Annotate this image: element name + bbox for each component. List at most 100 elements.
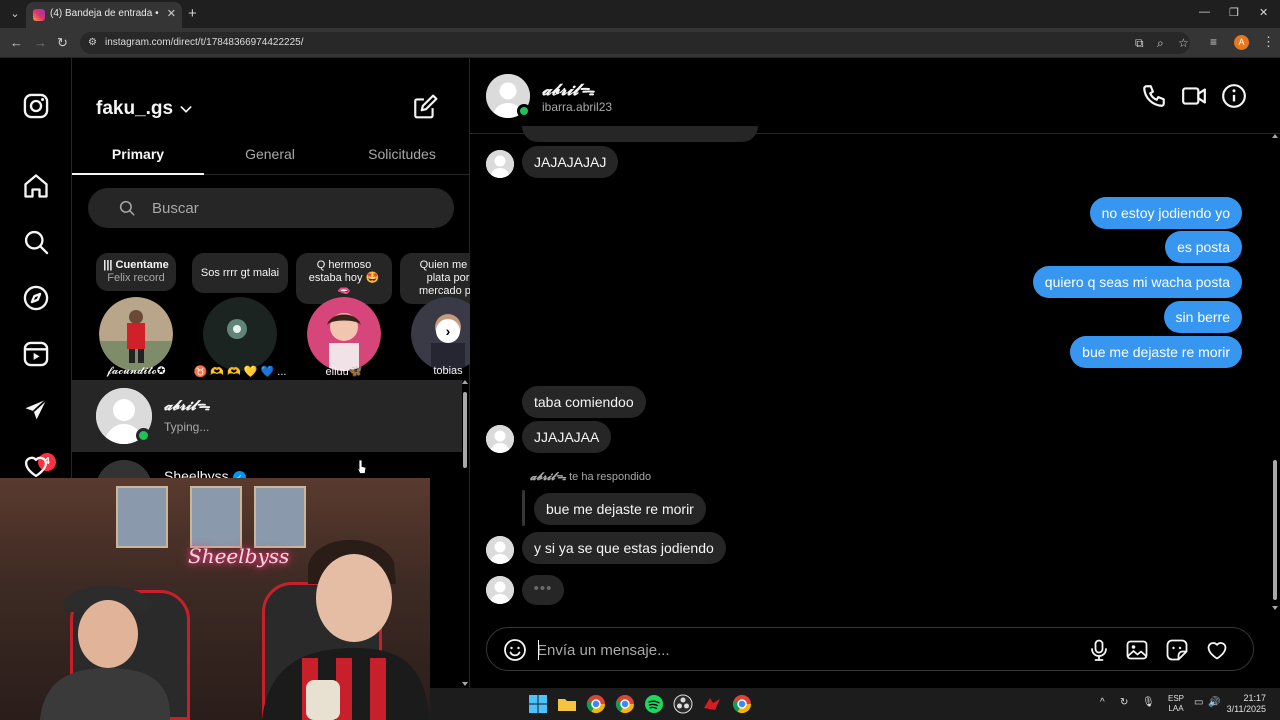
emoji-icon[interactable] [503, 638, 527, 662]
message-outgoing[interactable]: es posta [1165, 231, 1242, 263]
reply-label: te ha respondido [566, 471, 652, 483]
message-outgoing[interactable]: bue me dejaste re morir [1070, 336, 1242, 368]
message-avatar [486, 425, 514, 453]
browser-toolbar: ← → ↻ ⚙ instagram.com/direct/t/178483669… [0, 28, 1280, 58]
spotify-icon[interactable] [644, 694, 664, 714]
message-outgoing[interactable]: quiero q seas mi wacha posta [1032, 266, 1242, 298]
reading-list-icon[interactable]: ≡ [1210, 35, 1217, 49]
messages-icon[interactable] [22, 396, 50, 424]
browser-profile-avatar[interactable]: A [1234, 35, 1249, 50]
browser-tab-active[interactable]: (4) Bandeja de entrada • Direct ✕ [26, 2, 182, 28]
clock[interactable]: 21:17 3/11/2025 [1226, 693, 1266, 715]
window-close-icon[interactable]: ✕ [1259, 6, 1268, 19]
reels-icon[interactable] [22, 340, 50, 368]
message-incoming[interactable]: y si ya se que estas jodiendo [522, 532, 726, 564]
microphone-icon[interactable] [1087, 638, 1111, 662]
cast-icon[interactable]: ⧉ [1135, 36, 1144, 51]
message-avatar [486, 150, 514, 178]
info-icon[interactable] [1221, 83, 1247, 109]
instagram-logo-icon[interactable] [22, 92, 50, 120]
back-icon[interactable]: ← [10, 35, 23, 50]
input-language[interactable]: ESP LAA [1168, 694, 1184, 714]
restore-icon[interactable]: ❐ [1229, 6, 1239, 19]
tab-requests[interactable]: Solicitudes [336, 146, 468, 162]
new-tab-icon[interactable]: + [188, 5, 197, 22]
chat-contact-name[interactable]: 𝓪𝓫𝓻𝓲𝓵ᯓ [542, 78, 594, 100]
chrome-active-icon[interactable] [732, 694, 752, 714]
chat-panel: 𝓪𝓫𝓻𝓲𝓵ᯓ ibarra.abril23 JAJAJAJAJ no estoy… [470, 58, 1280, 688]
reply-quoted-message[interactable]: bue me dejaste re morir [534, 493, 706, 525]
online-indicator [136, 428, 151, 443]
chrome-profile-icon[interactable] [615, 694, 635, 714]
message-input[interactable] [537, 639, 1057, 661]
obs-icon[interactable] [673, 694, 693, 714]
phone-icon[interactable] [1141, 83, 1167, 109]
note-prefix: ||| [103, 259, 116, 271]
browser-menu-icon[interactable]: ⋮ [1262, 34, 1275, 50]
tab-general[interactable]: General [204, 146, 336, 162]
tray-mic-icon[interactable]: 🎙 [1142, 697, 1155, 708]
account-name[interactable]: faku_.gs [96, 98, 173, 120]
conversation-row[interactable]: 𝓪𝓫𝓻𝓲𝓵ᯓ Typing... [72, 380, 462, 452]
note-bubble: ||| Cuentame Felix record [96, 253, 176, 291]
file-explorer-icon[interactable] [557, 694, 577, 714]
avatar [307, 297, 381, 371]
minimize-icon[interactable]: — [1199, 6, 1210, 18]
volume-icon[interactable]: 🔊 [1208, 697, 1220, 708]
new-message-icon[interactable] [412, 94, 438, 120]
heart-icon[interactable] [1205, 638, 1229, 662]
chat-scrollbar[interactable] [1270, 134, 1280, 610]
screen: ⌄ (4) Bandeja de entrada • Direct ✕ + — … [0, 0, 1280, 720]
lang-line1: ESP [1168, 694, 1185, 703]
tray-app-icon[interactable]: ↻ [1120, 697, 1128, 708]
search-box[interactable] [88, 188, 454, 228]
chevron-down-icon[interactable] [178, 101, 194, 117]
note-username: tobias [433, 365, 463, 377]
chat-contact-username: ibarra.abril23 [542, 100, 613, 114]
note-text: Cuentame [115, 259, 169, 271]
reload-icon[interactable]: ↻ [57, 35, 68, 51]
search-icon[interactable] [22, 228, 50, 256]
windows-start-icon[interactable] [528, 694, 548, 714]
message-bubble-partial [522, 126, 758, 142]
message-composer [486, 627, 1254, 671]
forward-icon[interactable]: → [34, 35, 47, 50]
conversation-name: 𝓪𝓫𝓻𝓲𝓵ᯓ [164, 398, 210, 414]
instagram-favicon-icon [33, 9, 45, 21]
note-username: eiluu🦋 [325, 366, 363, 378]
network-icon[interactable]: ▭ [1194, 697, 1203, 708]
address-bar[interactable]: ⚙ instagram.com/direct/t/178483669744222… [80, 32, 1190, 54]
carousel-next-icon[interactable]: › [436, 319, 460, 343]
video-icon[interactable] [1181, 83, 1207, 109]
streaming-app-icon[interactable] [702, 694, 722, 714]
tray-overflow-icon[interactable]: ^ [1100, 697, 1105, 708]
streamer-left [40, 586, 170, 720]
site-info-icon[interactable]: ⚙ [88, 37, 100, 49]
tab-close-icon[interactable]: ✕ [167, 7, 176, 20]
tab-primary[interactable]: Primary [72, 146, 204, 162]
conversation-status: Typing... [164, 420, 210, 434]
message-incoming[interactable]: JJAJAJAA [522, 421, 612, 453]
search-input[interactable] [152, 198, 432, 218]
bookmark-star-icon[interactable]: ☆ [1178, 36, 1189, 50]
tab-search-icon[interactable]: ⌄ [6, 5, 24, 23]
streamer-right [262, 539, 430, 720]
home-icon[interactable] [22, 172, 50, 200]
zoom-icon[interactable]: ⌕ [1157, 36, 1164, 51]
message-outgoing[interactable]: no estoy jodiendo yo [1089, 197, 1242, 229]
message-incoming[interactable]: JAJAJAJAJ [522, 146, 619, 178]
note-bubble: Quien me p plata por mercado pa [400, 253, 470, 304]
message-incoming[interactable]: taba comiendoo [522, 386, 646, 418]
note-text-line2: plata por [426, 272, 470, 284]
wall-poster [190, 486, 242, 548]
chrome-icon[interactable] [586, 694, 606, 714]
explore-icon[interactable] [22, 284, 50, 312]
image-icon[interactable] [1125, 638, 1149, 662]
webcam-overlay: Sheelbyss [0, 478, 430, 720]
message-outgoing[interactable]: sin berre [1163, 301, 1242, 333]
inbox-scrollbar[interactable] [461, 380, 469, 686]
avatar [203, 297, 277, 371]
notifications-icon[interactable] [22, 452, 50, 480]
notes-carousel: ||| Cuentame Felix record 𝓯𝓪𝓬𝓾𝓷𝓭𝓲𝓽𝓸✪ Sos… [72, 253, 470, 380]
sticker-icon[interactable] [1165, 638, 1189, 662]
